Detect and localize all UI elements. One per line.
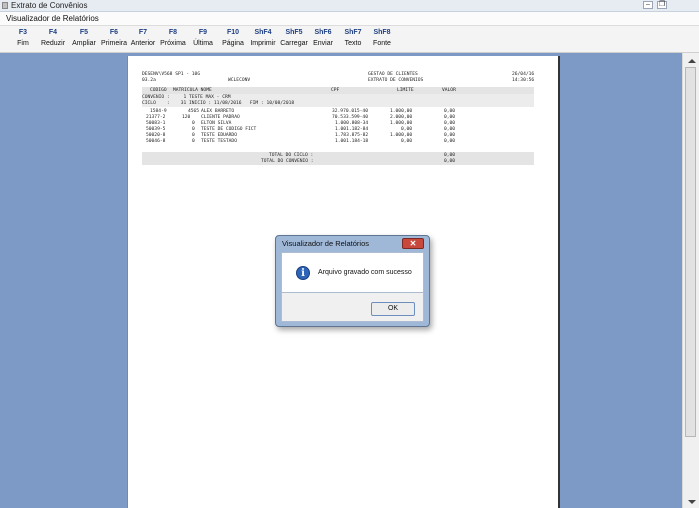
toolbar-label: Ampliar — [72, 40, 96, 47]
toolbar-label: Última — [193, 40, 213, 47]
col-matricula-nome: MATRICULA NOME — [173, 88, 212, 93]
toolbar-key: F4 — [48, 29, 58, 36]
restore-button[interactable]: ❐ — [657, 1, 667, 9]
toolbar-button-proxima[interactable]: F8 Próxima — [159, 28, 187, 52]
toolbar-key: F3 — [18, 29, 28, 36]
message-dialog: Visualizador de Relatórios ✕ i Arquivo g… — [275, 235, 430, 327]
toolbar-label: Imprimir — [250, 40, 276, 47]
toolbar-label: Próxima — [160, 40, 186, 47]
toolbar-label: Primeira — [100, 40, 128, 47]
app-icon — [2, 2, 8, 9]
report-title: GESTAO DE CLIENTES — [368, 72, 418, 77]
toolbar-key: F10 — [226, 29, 240, 36]
toolbar-key: ShF5 — [285, 29, 303, 36]
ok-button[interactable]: OK — [371, 302, 415, 316]
dialog-footer: OK — [281, 293, 424, 322]
vertical-scrollbar[interactable] — [682, 53, 699, 508]
toolbar-button-anterior[interactable]: F7 Anterior — [129, 28, 157, 52]
scroll-down-icon[interactable] — [688, 500, 696, 504]
toolbar-key: F5 — [79, 29, 89, 36]
ciclo-line: CICLO : 31 INICIO : 11/08/2016 FIM : 10/… — [142, 101, 295, 106]
cell-matricula: 0 — [192, 139, 195, 144]
toolbar: F3 Fim F4 Reduzir F5 Ampliar F6 Primeira… — [0, 26, 699, 53]
toolbar-label: Fonte — [373, 40, 391, 47]
col-valor: VALOR — [442, 88, 456, 93]
toolbar-key: F8 — [168, 29, 178, 36]
report-time: 14:30:56 — [512, 78, 535, 83]
cell-cpf: 1.001.184-18 — [335, 139, 369, 144]
cell-codigo: 50046-8 — [146, 139, 166, 144]
toolbar-button-enviar[interactable]: ShF6 Enviar — [309, 28, 337, 52]
inner-window-title: Visualizador de Relatórios — [6, 14, 99, 23]
dialog-body: i Arquivo gravado com sucesso — [281, 252, 424, 293]
dialog-title: Visualizador de Relatórios — [282, 239, 369, 248]
toolbar-key: ShF8 — [373, 29, 391, 36]
info-icon: i — [296, 266, 310, 280]
report-version: 03.2a — [142, 78, 156, 83]
toolbar-label: Fim — [17, 40, 29, 47]
toolbar-button-primeira[interactable]: F6 Primeira — [100, 28, 128, 52]
toolbar-button-carregar[interactable]: ShF5 Carregar — [279, 28, 309, 52]
close-icon[interactable]: ✕ — [402, 238, 424, 249]
toolbar-label: Página — [222, 40, 244, 47]
outer-title-bar: Extrato de Convênios – ❐ — [0, 0, 699, 12]
toolbar-key: ShF4 — [254, 29, 272, 36]
outer-window-title: Extrato de Convênios — [11, 1, 88, 10]
col-cpf: CPF — [331, 88, 340, 93]
toolbar-button-ampliar[interactable]: F5 Ampliar — [69, 28, 99, 52]
report-subtitle: EXTRATO DE CONVENIOS — [368, 78, 424, 83]
inner-title-bar: Visualizador de Relatórios — [0, 12, 699, 26]
report-system-name: DESENV\V568 SP1 - 10G — [142, 72, 201, 77]
toolbar-label: Carregar — [280, 40, 308, 47]
toolbar-label: Texto — [344, 40, 362, 47]
col-limite: LIMITE — [397, 88, 414, 93]
toolbar-key: F7 — [138, 29, 148, 36]
toolbar-button-ultima[interactable]: F9 Última — [189, 28, 217, 52]
dialog-message: Arquivo gravado com sucesso — [318, 269, 412, 276]
toolbar-label: Enviar — [313, 40, 333, 47]
toolbar-button-fonte[interactable]: ShF8 Fonte — [368, 28, 396, 52]
toolbar-key: F6 — [109, 29, 119, 36]
totals-band — [142, 152, 534, 165]
total-ciclo-value: 0,00 — [444, 153, 456, 158]
app-window: Extrato de Convênios – ❐ Visualizador de… — [0, 0, 699, 508]
cell-nome: TESTE TESTADO — [201, 139, 237, 144]
scroll-thumb[interactable] — [685, 67, 696, 437]
toolbar-key: F9 — [198, 29, 208, 36]
cell-valor: 0,00 — [444, 139, 456, 144]
total-ciclo-label: TOTAL DO CICLO : — [269, 153, 314, 158]
total-convenio-value: 0,00 — [444, 159, 456, 164]
report-date: 26/04/16 — [512, 72, 535, 77]
toolbar-key: ShF7 — [344, 29, 362, 36]
col-codigo: CODIGO — [150, 88, 167, 93]
cell-limite: 0,00 — [401, 139, 413, 144]
toolbar-button-texto[interactable]: ShF7 Texto — [339, 28, 367, 52]
convenio-line: CONVENIO : 1 TESTE MAX - CRM — [142, 95, 231, 100]
toolbar-button-fim[interactable]: F3 Fim — [9, 28, 37, 52]
report-program: WCLECONV — [228, 78, 251, 83]
scroll-up-icon[interactable] — [688, 59, 696, 63]
toolbar-button-imprimir[interactable]: ShF4 Imprimir — [248, 28, 278, 52]
toolbar-label: Reduzir — [40, 40, 66, 47]
total-convenio-label: TOTAL DO CONVENIO : — [261, 159, 314, 164]
toolbar-key: ShF6 — [314, 29, 332, 36]
toolbar-button-reduzir[interactable]: F4 Reduzir — [38, 28, 68, 52]
toolbar-button-pagina[interactable]: F10 Página — [219, 28, 247, 52]
toolbar-label: Anterior — [130, 40, 156, 47]
table-row: 50046-8 0 TESTE TESTADO 1.001.184-18 0,0… — [142, 139, 534, 145]
minimize-button[interactable]: – — [643, 1, 653, 9]
